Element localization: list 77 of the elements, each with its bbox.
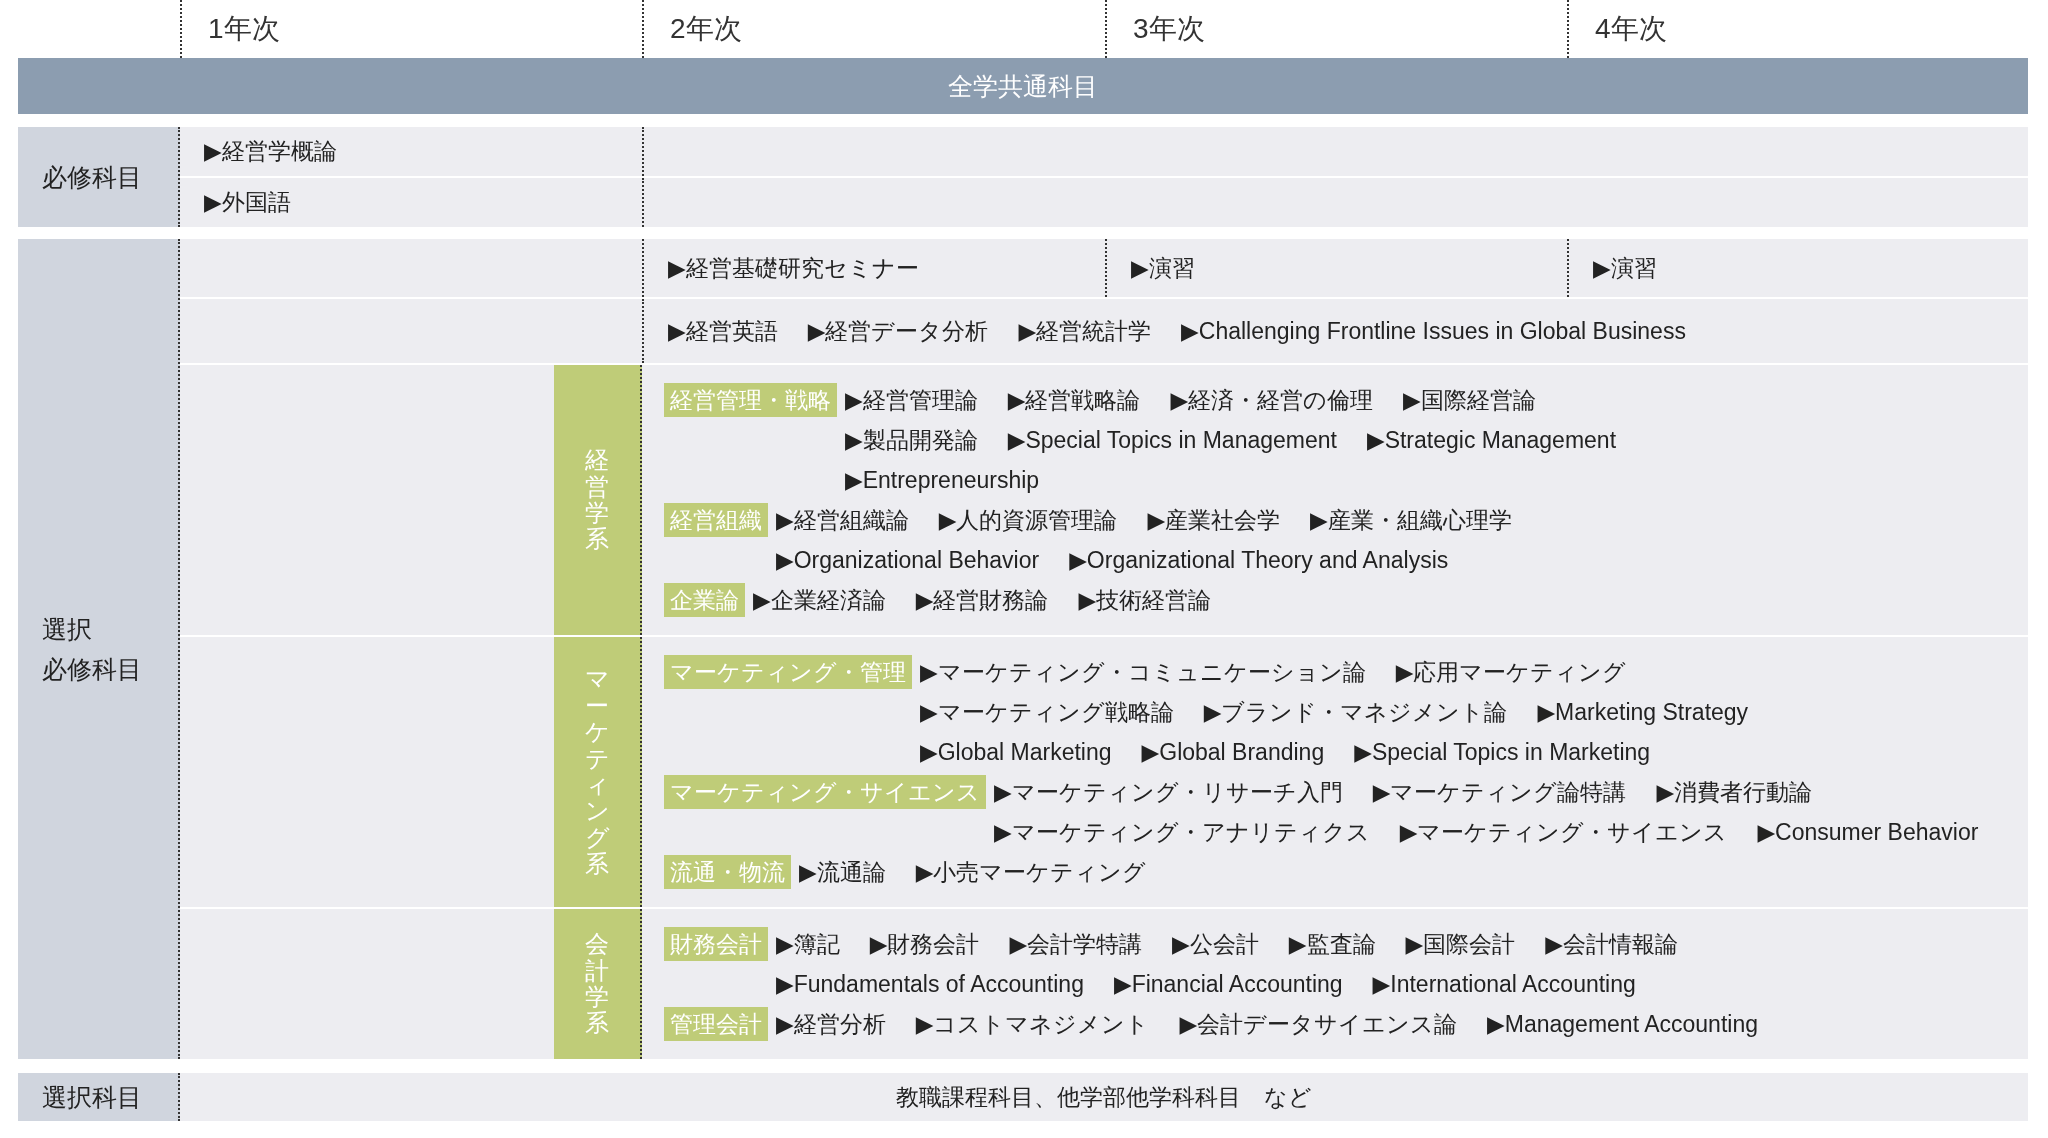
course-tag: 管理会計 <box>664 1007 768 1041</box>
category-label: 必修科目 <box>18 127 180 227</box>
course-name: ▶Entrepreneurship <box>845 466 1040 494</box>
course-name: ▶Management Accounting <box>1487 1010 1758 1038</box>
course-name: ▶マーケティング・コミュニケーション論 <box>920 657 1366 687</box>
course-name: ▶マーケティング・アナリティクス <box>994 817 1370 847</box>
course-name: ▶経営戦略論 <box>1007 385 1141 415</box>
course-name: ▶マーケティング論特講 <box>1372 777 1627 807</box>
course-name: ▶経営基礎研究セミナー <box>668 253 919 283</box>
course-name: ▶Global Branding <box>1141 738 1325 766</box>
course-name: ▶人的資源管理論 <box>938 505 1118 535</box>
course-name: ▶経営データ分析 <box>807 316 989 346</box>
course-name: ▶Strategic Management <box>1366 426 1617 454</box>
course-name: ▶演習 <box>1131 253 1195 283</box>
course-name: ▶国際会計 <box>1405 929 1516 959</box>
course-name: ▶ブランド・マネジメント論 <box>1203 697 1508 727</box>
course-name: ▶Organizational Behavior <box>776 546 1040 574</box>
course-name: ▶経営学概論 <box>204 137 337 166</box>
course-name: ▶Consumer Behavior <box>1757 818 1979 846</box>
course-name: ▶流通論 <box>799 857 886 887</box>
year-label: 2年次 <box>670 12 742 46</box>
course-name: ▶マーケティング・サイエンス <box>1399 817 1728 847</box>
year-label: 3年次 <box>1133 12 1205 46</box>
course-name: ▶会計データサイエンス論 <box>1179 1009 1458 1039</box>
course-name: ▶Challenging Frontline Issues in Global Business <box>1181 317 1686 345</box>
course-name: ▶マーケティング戦略論 <box>920 697 1174 727</box>
course-name: ▶会計情報論 <box>1545 929 1678 959</box>
course-name: ▶コストマネジメント <box>915 1009 1150 1039</box>
course-tag: マーケティング・管理 <box>664 655 912 689</box>
course-tag: 財務会計 <box>664 927 768 961</box>
category-label: 選択科目 <box>18 1073 180 1121</box>
course-name: ▶経営統計学 <box>1018 316 1152 346</box>
course-name: ▶Global Marketing <box>920 738 1112 766</box>
course-name: ▶International Accounting <box>1372 970 1636 998</box>
category-label: 必修科目 <box>42 654 142 685</box>
course-name: ▶Special Topics in Management <box>1007 426 1337 454</box>
year-label: 1年次 <box>208 12 280 46</box>
course-name: ▶製品開発論 <box>845 425 978 455</box>
course-tag: 経営組織 <box>664 503 768 537</box>
course-name: ▶外国語 <box>204 188 291 217</box>
course-name: ▶簿記 <box>776 929 840 959</box>
course-tag: 経営管理・戦略 <box>664 383 837 417</box>
course-name: ▶国際経営論 <box>1403 385 1536 415</box>
course-name: ▶マーケティング・リサーチ入門 <box>994 777 1343 807</box>
course-tag: 企業論 <box>664 583 745 617</box>
course-tag: 流通・物流 <box>664 855 791 889</box>
course-name: ▶Organizational Theory and Analysis <box>1069 546 1449 574</box>
course-name: ▶監査論 <box>1288 929 1376 959</box>
course-name: ▶演習 <box>1593 253 1657 283</box>
course-name: ▶財務会計 <box>869 929 980 959</box>
course-name: ▶会計学特講 <box>1009 929 1143 959</box>
course-name: ▶経営分析 <box>776 1009 886 1039</box>
course-name: ▶Special Topics in Marketing <box>1354 738 1651 766</box>
course-name: ▶消費者行動論 <box>1656 777 1813 807</box>
course-name: ▶Fundamentals of Accounting <box>776 970 1084 998</box>
course-name: ▶公会計 <box>1172 929 1259 959</box>
category-label: 選択 <box>42 614 92 645</box>
course-tag: マーケティング・サイエンス <box>664 775 986 809</box>
year-label: 4年次 <box>1595 12 1667 46</box>
course-name: ▶経済・経営の倫理 <box>1170 385 1374 415</box>
field-label: 経営学系 <box>554 365 642 635</box>
course-name: ▶Marketing Strategy <box>1537 698 1749 726</box>
course-name: ▶産業社会学 <box>1147 505 1281 535</box>
note-text: 教職課程科目、他学部他学科科目 など <box>896 1082 1312 1112</box>
course-name: ▶経営英語 <box>668 316 778 346</box>
course-name: ▶経営財務論 <box>915 585 1049 615</box>
field-label: 会計学系 <box>554 909 642 1059</box>
course-name: ▶技術経営論 <box>1078 585 1212 615</box>
course-name: ▶Financial Accounting <box>1113 970 1343 998</box>
course-name: ▶小売マーケティング <box>915 857 1147 887</box>
course-name: ▶経営管理論 <box>845 385 978 415</box>
course-name: ▶経営組織論 <box>776 505 909 535</box>
course-name: ▶応用マーケティング <box>1395 657 1627 687</box>
field-label: マーケティング系 <box>554 637 642 907</box>
section-banner: 全学共通科目 <box>18 58 2028 114</box>
course-name: ▶企業経済論 <box>753 585 886 615</box>
course-name: ▶産業・組織心理学 <box>1310 505 1512 535</box>
